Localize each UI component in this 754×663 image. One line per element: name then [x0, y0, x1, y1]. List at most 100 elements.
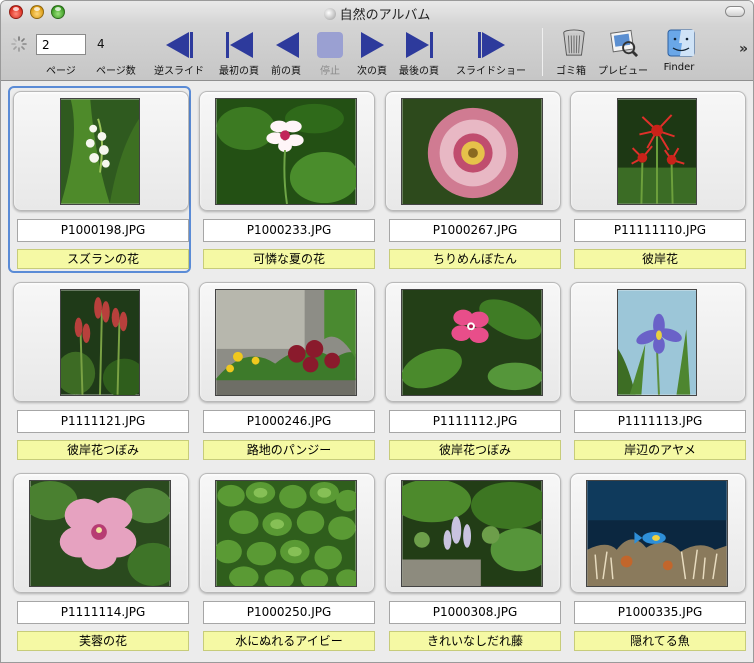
skip-forward-icon — [406, 32, 429, 58]
last-page-button[interactable] — [404, 31, 436, 59]
photo-cell[interactable]: P1000198.JPG スズランの花 — [8, 86, 191, 277]
caption-field[interactable]: 水にぬれるアイビー — [203, 631, 375, 651]
finder-button[interactable] — [665, 29, 697, 57]
caption-field[interactable]: 彼岸花つぼみ — [17, 440, 189, 460]
trash-button[interactable] — [558, 29, 590, 57]
previous-page-button[interactable] — [271, 31, 303, 59]
filename-field[interactable]: P1111121.JPG — [17, 410, 189, 433]
filename-field[interactable]: P1000308.JPG — [389, 601, 561, 624]
photo-cell[interactable]: P1000233.JPG 可憐な夏の花 — [199, 91, 377, 277]
photo-cell[interactable]: P1111114.JPG 芙蓉の花 — [13, 473, 191, 659]
photo-grid: P1000198.JPG スズランの花 P1000233.JPG 可憐な夏の花 — [1, 82, 753, 662]
photo-frame — [13, 473, 189, 593]
caption-field[interactable]: 可憐な夏の花 — [203, 249, 375, 269]
page-count-value: 4 — [97, 37, 105, 51]
caption-field[interactable]: 彼岸花つぼみ — [389, 440, 561, 460]
photo-frame — [570, 473, 746, 593]
reverse-slide-button[interactable] — [163, 31, 195, 59]
caption-field[interactable]: 彼岸花 — [574, 249, 746, 269]
photo-thumbnail-pink-periwinkle[interactable] — [401, 289, 543, 396]
album-window: 自然のアルバム 4 ページ ページ数 逆スライド — [0, 0, 754, 663]
previous-page-label: 前の頁 — [271, 66, 301, 77]
photo-frame — [385, 473, 561, 593]
toolbar-toggle-button[interactable] — [725, 6, 745, 17]
toolbar-overflow-chevron-icon[interactable]: » — [739, 41, 748, 57]
reverse-slide-label: 逆スライド — [154, 66, 204, 77]
photo-thumbnail-reef-fish[interactable] — [586, 480, 728, 587]
photo-cell[interactable]: P1111121.JPG 彼岸花つぼみ — [13, 282, 191, 468]
filename-field[interactable]: P1111113.JPG — [574, 410, 746, 433]
preview-icon — [613, 33, 631, 47]
photo-thumbnail-purple-iris[interactable] — [617, 289, 697, 396]
photo-frame — [13, 91, 189, 211]
filename-field[interactable]: P1000335.JPG — [574, 601, 746, 624]
filename-field[interactable]: P11111110.JPG — [574, 219, 746, 242]
toolbar-separator — [542, 28, 543, 76]
skip-back-icon — [230, 32, 253, 58]
filename-field[interactable]: P1111112.JPG — [389, 410, 561, 433]
photo-thumbnail-lily-of-the-valley[interactable] — [60, 98, 140, 205]
bar-shape — [190, 32, 193, 58]
finder-face-shape — [679, 30, 694, 56]
eye-shape — [673, 37, 677, 41]
slideshow-button[interactable] — [476, 31, 508, 59]
first-page-label: 最初の頁 — [219, 66, 259, 77]
caption-field[interactable]: 岸辺のアヤメ — [574, 440, 746, 460]
stop-label: 停止 — [320, 66, 340, 77]
photo-cell[interactable]: P1000308.JPG きれいなしだれ藤 — [385, 473, 563, 659]
photo-frame — [385, 91, 561, 211]
window-chrome: 自然のアルバム 4 ページ ページ数 逆スライド — [1, 1, 753, 81]
filename-field[interactable]: P1000198.JPG — [17, 219, 189, 242]
photo-cell[interactable]: P1000250.JPG 水にぬれるアイビー — [199, 473, 377, 659]
photo-cell[interactable]: P1000335.JPG 隠れてる魚 — [570, 473, 748, 659]
filename-field[interactable]: P1111114.JPG — [17, 601, 189, 624]
caption-field[interactable]: 芙蓉の花 — [17, 631, 189, 651]
triangle-right-icon — [361, 32, 384, 58]
preview-label: プレビュー — [598, 66, 648, 77]
stop-square-icon — [317, 32, 343, 58]
next-page-button[interactable] — [357, 31, 389, 59]
filename-field[interactable]: P1000250.JPG — [203, 601, 375, 624]
bar-shape — [478, 32, 481, 58]
filename-field[interactable]: P1000233.JPG — [203, 219, 375, 242]
next-page-label: 次の頁 — [357, 66, 387, 77]
photo-frame — [385, 282, 561, 402]
first-page-button[interactable] — [223, 31, 255, 59]
triangle-left-icon — [276, 32, 299, 58]
caption-field[interactable]: 隠れてる魚 — [574, 631, 746, 651]
photo-cell[interactable]: P1111113.JPG 岸辺のアヤメ — [570, 282, 748, 468]
photo-cell[interactable]: P11111110.JPG 彼岸花 — [570, 91, 748, 277]
photo-thumbnail-red-spider-lily[interactable] — [617, 98, 697, 205]
eye-shape — [685, 37, 689, 41]
title-bar[interactable]: 自然のアルバム — [1, 1, 753, 23]
photo-thumbnail-pink-white-flower[interactable] — [215, 98, 357, 205]
photo-frame — [570, 282, 746, 402]
filename-field[interactable]: P1000267.JPG — [389, 219, 561, 242]
filename-field[interactable]: P1000246.JPG — [203, 410, 375, 433]
photo-thumbnail-lily-buds[interactable] — [60, 289, 140, 396]
photo-thumbnail-pansies[interactable] — [215, 289, 357, 396]
caption-field[interactable]: きれいなしだれ藤 — [389, 631, 561, 651]
photo-cell[interactable]: P1000267.JPG ちりめんぼたん — [385, 91, 563, 277]
photo-frame — [199, 282, 375, 402]
caption-field[interactable]: スズランの花 — [17, 249, 189, 269]
stop-button[interactable] — [314, 31, 346, 59]
photo-cell[interactable]: P1111112.JPG 彼岸花つぼみ — [385, 282, 563, 468]
photo-thumbnail-wisteria[interactable] — [401, 480, 543, 587]
photo-frame — [570, 91, 746, 211]
window-title: 自然のアルバム — [1, 4, 753, 23]
photo-thumbnail-pink-hibiscus[interactable] — [29, 480, 171, 587]
photo-cell[interactable]: P1000246.JPG 路地のパンジー — [199, 282, 377, 468]
page-number-input[interactable] — [36, 34, 86, 55]
progress-spinner-icon — [11, 36, 27, 52]
photo-thumbnail-pink-poppy[interactable] — [401, 98, 543, 205]
preview-button[interactable] — [608, 29, 640, 57]
bar-shape — [430, 32, 433, 58]
caption-field[interactable]: 路地のパンジー — [203, 440, 375, 460]
bar-shape — [226, 32, 229, 58]
finder-label: Finder — [663, 62, 695, 73]
play-reverse-icon — [166, 32, 189, 58]
caption-field[interactable]: ちりめんぼたん — [389, 249, 561, 269]
photo-thumbnail-ivy[interactable] — [215, 480, 357, 587]
magnifier-handle-shape — [631, 50, 639, 57]
